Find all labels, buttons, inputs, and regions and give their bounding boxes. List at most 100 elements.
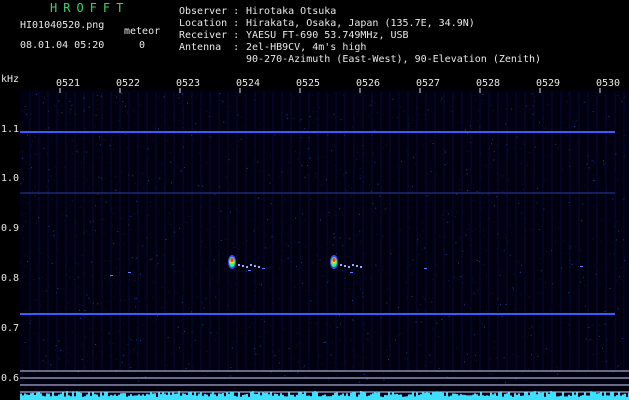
- noise-band: [316, 392, 318, 400]
- noise-band: [220, 393, 222, 400]
- noise-band: [406, 396, 408, 400]
- file-name: HI01040520.png: [20, 20, 105, 31]
- noise-band: [580, 395, 582, 400]
- noise-band: [154, 393, 156, 400]
- noise-band: [166, 394, 168, 400]
- noise-band: [442, 392, 444, 400]
- noise-band: [380, 396, 382, 400]
- noise-band: [98, 396, 100, 400]
- noise-band: [348, 396, 350, 400]
- time-tick-label: 0524: [236, 78, 261, 89]
- noise-band: [100, 392, 102, 400]
- time-tick-label: 0530: [596, 78, 621, 89]
- noise-band: [228, 393, 230, 400]
- noise-band: [256, 393, 258, 400]
- noise-band: [252, 391, 254, 400]
- noise-band: [536, 394, 538, 400]
- noise-band: [94, 394, 96, 400]
- noise-band: [350, 392, 352, 400]
- noise-band: [274, 393, 276, 400]
- noise-band: [132, 395, 134, 400]
- noise-band: [436, 391, 438, 400]
- noise-band: [620, 395, 622, 400]
- noise-band: [282, 394, 284, 400]
- noise-band: [164, 393, 166, 400]
- noise-band: [90, 395, 92, 400]
- noise-band: [162, 391, 164, 400]
- noise-band: [528, 395, 530, 400]
- noise-band: [328, 396, 330, 400]
- noise-band: [68, 395, 70, 400]
- noise-band: [194, 391, 196, 400]
- noise-band: [86, 394, 88, 400]
- noise-band: [596, 393, 598, 400]
- antenna-value-line2: 90-270-Azimuth (East-West), 90-Elevation…: [246, 54, 542, 65]
- noise-band: [360, 391, 362, 400]
- noise-band: [322, 395, 324, 400]
- noise-band: [56, 395, 58, 400]
- noise-band: [394, 394, 396, 400]
- noise-band: [362, 392, 364, 400]
- noise-band: [510, 395, 512, 400]
- noise-band: [264, 392, 266, 400]
- noise-band: [568, 394, 570, 400]
- noise-band: [584, 391, 586, 400]
- frequency-tick-label: 0.9: [1, 223, 20, 234]
- noise-band: [446, 391, 448, 400]
- noise-band: [168, 391, 170, 400]
- noise-band: [336, 392, 338, 400]
- noise-band: [370, 394, 372, 400]
- noise-band: [366, 396, 368, 400]
- noise-band: [314, 391, 316, 400]
- noise-band: [184, 393, 186, 400]
- noise-band: [272, 395, 274, 400]
- noise-band: [120, 393, 122, 400]
- noise-band: [186, 394, 188, 400]
- noise-band: [128, 395, 130, 400]
- noise-band: [516, 394, 518, 400]
- noise-band: [470, 395, 472, 400]
- noise-band: [388, 392, 390, 400]
- noise-band: [488, 395, 490, 400]
- noise-band: [70, 396, 72, 400]
- observer-label: Observer :: [179, 6, 240, 17]
- noise-band: [304, 391, 306, 400]
- noise-band: [534, 391, 536, 400]
- noise-band: [108, 396, 110, 400]
- noise-band: [254, 393, 256, 400]
- noise-band: [444, 396, 446, 400]
- noise-band: [298, 391, 300, 400]
- noise-band: [152, 393, 154, 400]
- noise-band: [312, 391, 314, 400]
- noise-band: [616, 395, 618, 400]
- noise-band: [520, 395, 522, 400]
- noise-band: [476, 394, 478, 400]
- noise-band: [582, 395, 584, 400]
- noise-band: [146, 393, 148, 400]
- noise-band: [424, 392, 426, 400]
- noise-band: [420, 394, 422, 400]
- noise-band: [404, 396, 406, 400]
- noise-band: [358, 394, 360, 400]
- noise-band: [196, 395, 198, 400]
- noise-band: [102, 395, 104, 400]
- noise-band: [332, 394, 334, 400]
- noise-band: [606, 395, 608, 400]
- noise-band: [622, 394, 624, 400]
- noise-band: [610, 391, 612, 400]
- noise-band: [174, 393, 176, 400]
- noise-band: [208, 396, 210, 400]
- noise-band: [230, 392, 232, 400]
- noise-band: [346, 393, 348, 400]
- noise-band: [386, 395, 388, 400]
- noise-band: [38, 392, 40, 400]
- noise-band: [232, 391, 234, 400]
- noise-band: [262, 391, 264, 400]
- noise-band: [308, 395, 310, 400]
- noise-band: [602, 395, 604, 400]
- noise-band: [390, 394, 392, 400]
- noise-band: [560, 395, 562, 400]
- time-tick-label: 0521: [56, 78, 81, 89]
- noise-band: [548, 393, 550, 400]
- noise-band: [212, 391, 214, 400]
